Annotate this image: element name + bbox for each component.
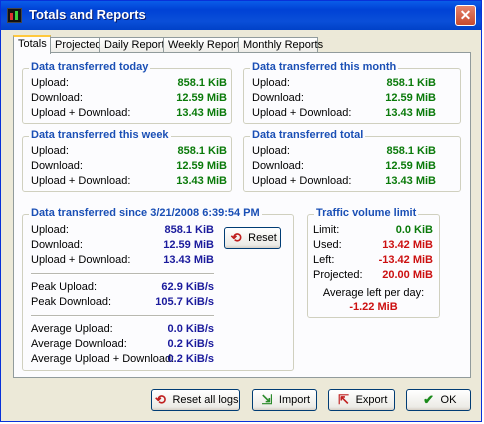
reset-icon: ⟲ — [230, 230, 242, 246]
month-title: Data transferred this month — [250, 61, 399, 73]
both-label: Upload + Download: — [31, 254, 131, 266]
avg-download-value: 0.2 KiB/s — [167, 338, 214, 350]
ok-label: OK — [440, 394, 457, 406]
month-both-value: 13.43 MiB — [385, 107, 436, 119]
used-value: 13.42 MiB — [382, 239, 433, 251]
divider — [31, 273, 214, 275]
month-upload-value: 858.1 KiB — [386, 77, 436, 89]
export-label: Export — [355, 394, 388, 406]
total-download-value: 12.59 MiB — [385, 160, 436, 172]
totals-panel: Data transferred today Upload: 858.1 KiB … — [13, 52, 471, 378]
avg-left-value: -1.22 MiB — [349, 301, 398, 313]
download-label: Download: — [252, 160, 304, 172]
projected-label: Projected: — [313, 269, 363, 281]
total-title: Data transferred total — [250, 129, 366, 141]
divider — [31, 315, 214, 317]
since-upload-value: 858.1 KiB — [164, 224, 214, 236]
peak-download-label: Peak Download: — [31, 296, 112, 308]
projected-value: 20.00 MiB — [382, 269, 433, 281]
since-title: Data transferred since 3/21/2008 6:39:54… — [29, 207, 262, 219]
both-label: Upload + Download: — [252, 175, 352, 187]
close-button[interactable]: ✕ — [455, 5, 476, 26]
since-download-value: 12.59 MiB — [163, 239, 214, 251]
upload-label: Upload: — [31, 77, 69, 89]
left-label: Left: — [313, 254, 335, 266]
upload-label: Upload: — [31, 145, 69, 157]
week-upload-value: 858.1 KiB — [177, 145, 227, 157]
limit-group: Traffic volume limit Limit: 0.0 KiB Used:… — [307, 207, 440, 318]
today-title: Data transferred today — [29, 61, 151, 73]
today-download-value: 12.59 MiB — [176, 92, 227, 104]
reset-button[interactable]: ⟲ Reset — [224, 227, 281, 249]
total-both-value: 13.43 MiB — [385, 175, 436, 187]
month-download-value: 12.59 MiB — [385, 92, 436, 104]
window-title: Totals and Reports — [29, 7, 146, 22]
tab-projected[interactable]: Projected — [50, 37, 101, 53]
today-group: Data transferred today Upload: 858.1 KiB … — [22, 61, 232, 124]
limit-value: 0.0 KiB — [395, 224, 433, 236]
week-title: Data transferred this week — [29, 129, 171, 141]
download-label: Download: — [31, 239, 83, 251]
app-icon — [7, 8, 22, 23]
used-label: Used: — [313, 239, 342, 251]
download-label: Download: — [31, 92, 83, 104]
since-both-value: 13.43 MiB — [163, 254, 214, 266]
total-upload-value: 858.1 KiB — [386, 145, 436, 157]
peak-upload-value: 62.9 KiB/s — [161, 281, 214, 293]
avg-upload-label: Average Upload: — [31, 323, 113, 335]
today-upload-value: 858.1 KiB — [177, 77, 227, 89]
export-button[interactable]: ⇱ Export — [328, 389, 395, 411]
reset-all-logs-label: Reset all logs — [172, 394, 239, 406]
both-label: Upload + Download: — [31, 107, 131, 119]
week-both-value: 13.43 MiB — [176, 175, 227, 187]
import-label: Import — [278, 394, 311, 406]
peak-upload-label: Peak Upload: — [31, 281, 98, 293]
week-download-value: 12.59 MiB — [176, 160, 227, 172]
both-label: Upload + Download: — [252, 107, 352, 119]
close-icon: ✕ — [459, 7, 472, 23]
both-label: Upload + Download: — [31, 175, 131, 187]
tab-weekly-reports[interactable]: Weekly Reports — [163, 37, 245, 53]
total-group: Data transferred total Upload: 858.1 KiB … — [243, 129, 461, 192]
title-bar[interactable]: Totals and Reports ✕ — [1, 1, 481, 30]
ok-button[interactable]: ✔ OK — [406, 389, 471, 411]
avg-left-label: Average left per day: — [322, 287, 425, 299]
upload-label: Upload: — [31, 224, 69, 236]
download-label: Download: — [31, 160, 83, 172]
month-group: Data transferred this month Upload: 858.1… — [243, 61, 461, 124]
tab-monthly-reports[interactable]: Monthly Reports — [238, 37, 323, 53]
since-group: Data transferred since 3/21/2008 6:39:54… — [22, 207, 294, 371]
reset-all-logs-button[interactable]: ⟲ Reset all logs — [151, 389, 240, 411]
checkmark-icon: ✔ — [423, 392, 434, 408]
import-icon: ⇲ — [261, 392, 273, 408]
today-both-value: 13.43 MiB — [176, 107, 227, 119]
tab-daily-reports[interactable]: Daily Reports — [99, 37, 170, 53]
limit-title: Traffic volume limit — [314, 207, 419, 219]
peak-download-value: 105.7 KiB/s — [155, 296, 214, 308]
left-value: -13.42 MiB — [378, 254, 433, 266]
download-label: Download: — [252, 92, 304, 104]
limit-label: Limit: — [313, 224, 340, 236]
avg-both-label: Average Upload + Download: — [31, 353, 175, 365]
avg-upload-value: 0.0 KiB/s — [167, 323, 214, 335]
week-group: Data transferred this week Upload: 858.1 … — [22, 129, 232, 192]
upload-label: Upload: — [252, 77, 290, 89]
tab-totals[interactable]: Totals — [13, 35, 51, 54]
reset-icon: ⟲ — [155, 392, 166, 408]
totals-reports-window: Totals and Reports ✕ Totals Projected Da… — [0, 0, 482, 422]
upload-label: Upload: — [252, 145, 290, 157]
avg-both-value: 0.2 KiB/s — [167, 353, 214, 365]
reset-button-label: Reset — [248, 232, 277, 244]
import-button[interactable]: ⇲ Import — [252, 389, 317, 411]
export-icon: ⇱ — [338, 392, 350, 408]
avg-download-label: Average Download: — [31, 338, 127, 350]
